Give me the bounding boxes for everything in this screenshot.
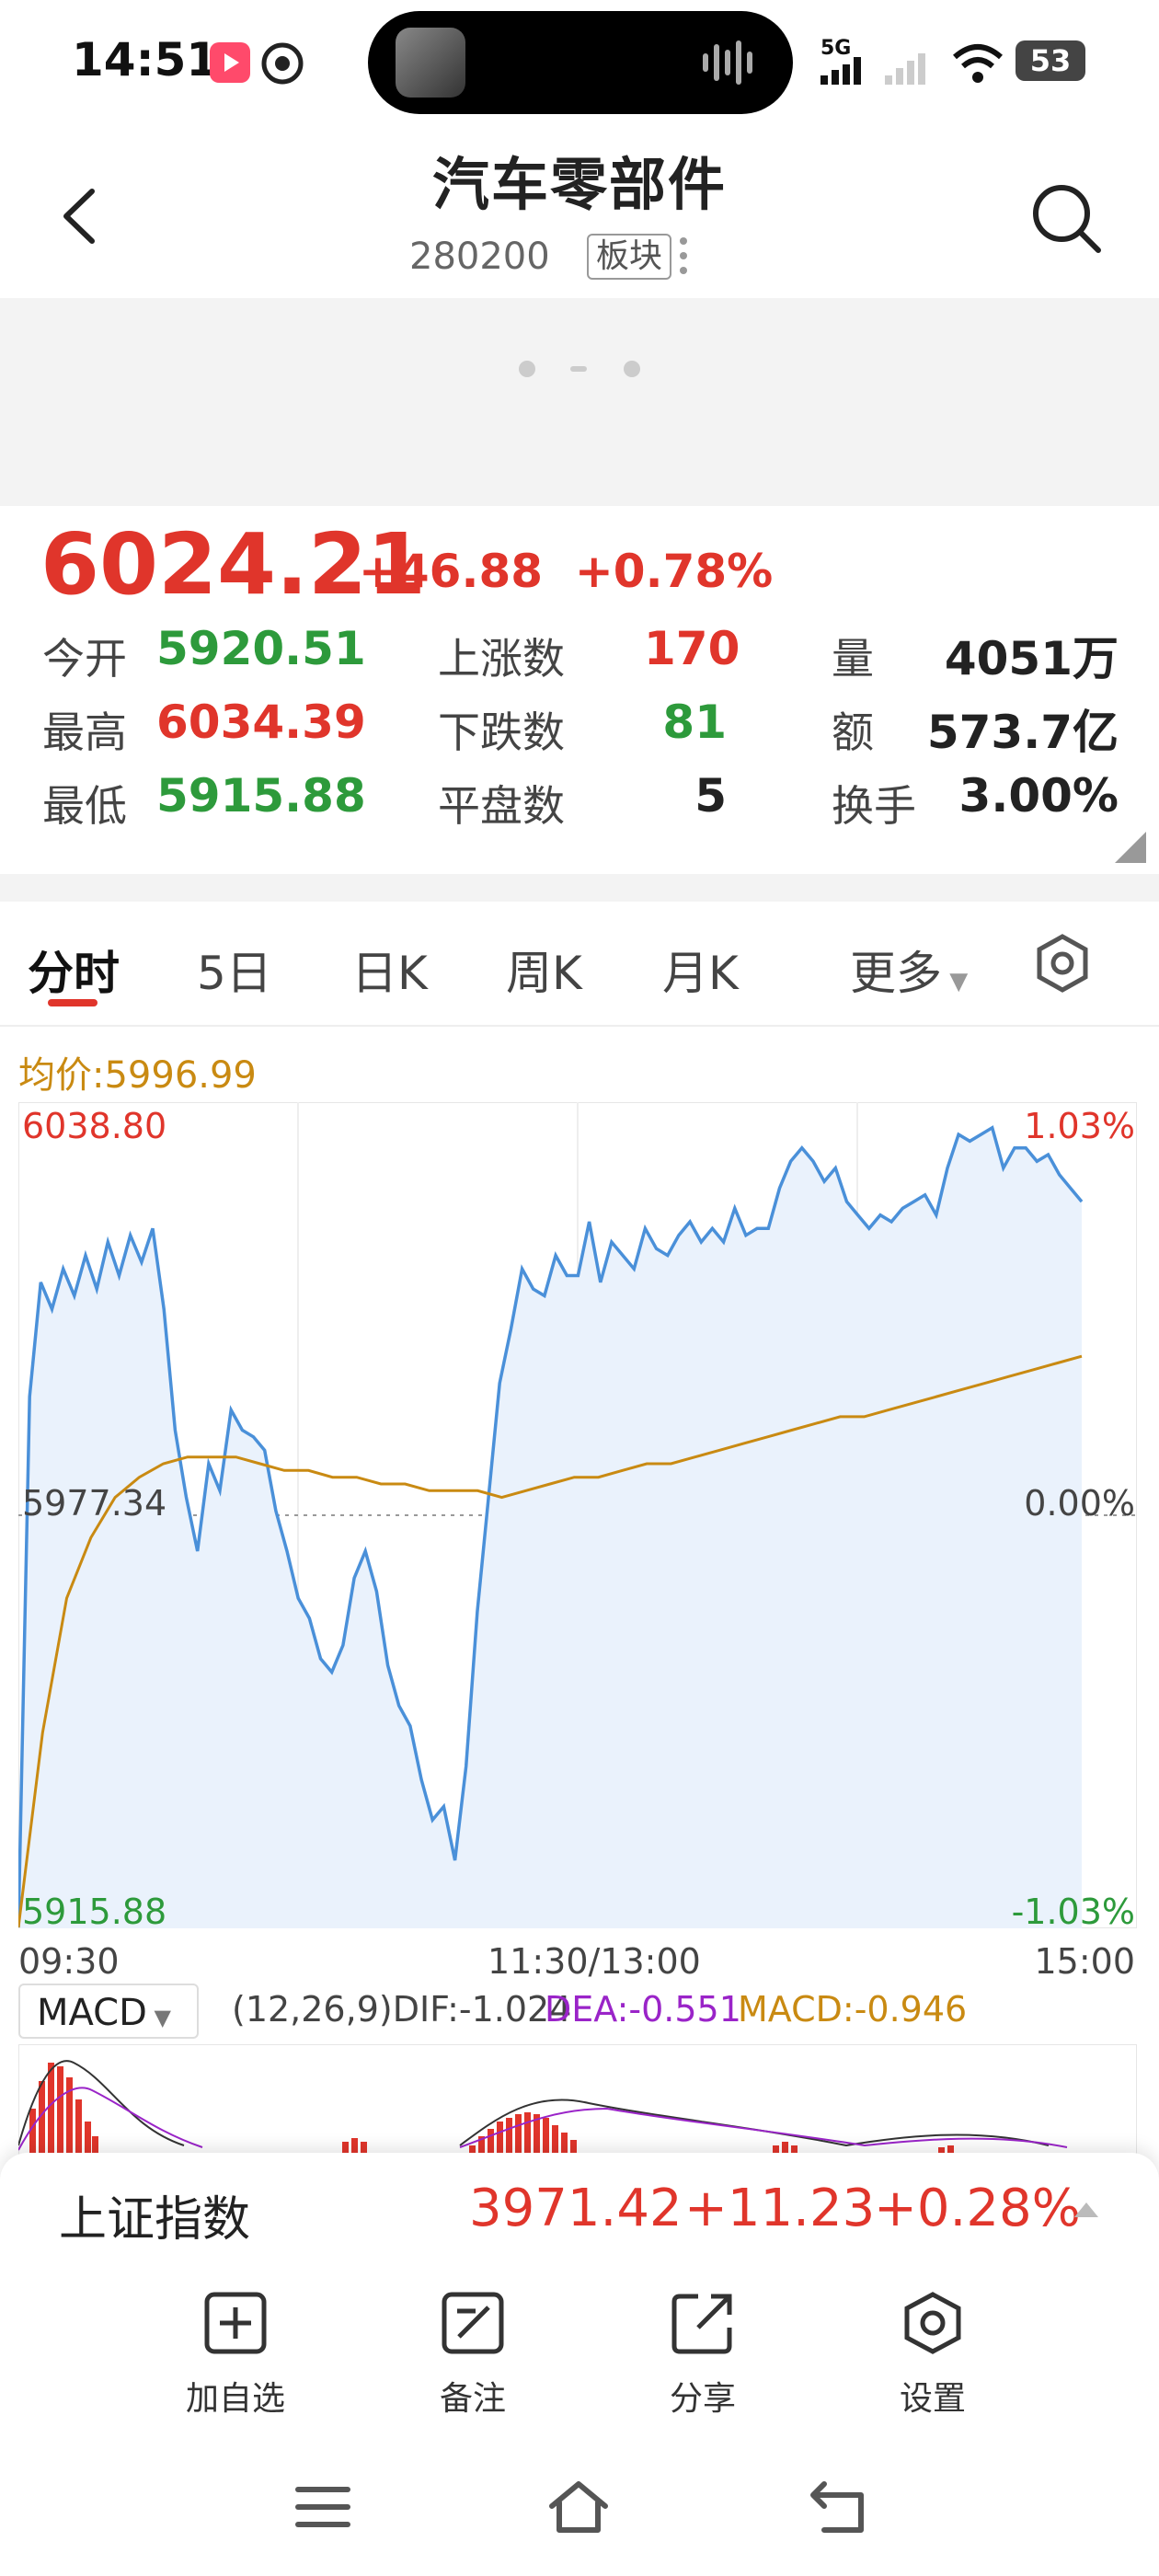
open-label: 今开 [42,634,127,684]
settings-button[interactable]: 设置 [859,2291,1006,2420]
amount-label: 额 [832,707,874,757]
macd-bar [543,2118,549,2155]
banner-area[interactable] [0,298,1159,506]
home-icon[interactable] [546,2475,611,2539]
price-change: +46.88 +0.78% [359,545,774,598]
tab-underline [48,999,98,1006]
amount-value: 573.7亿 [926,706,1119,759]
macd-bar [524,2112,531,2155]
turnover-value: 3.00% [958,769,1119,822]
tab-more[interactable]: 更多 ▼ [850,937,968,1003]
media-thumbnail [396,28,465,98]
x-mid-label: 11:30/13:00 [488,1941,701,1982]
tab-5day[interactable]: 5日 [197,937,272,1003]
volume-value: 4051万 [944,632,1119,685]
index-change-pct: +0.28% [874,2179,1081,2238]
macd-bar [92,2136,98,2155]
pct-mid-label: 0.00% [1024,1483,1135,1524]
tab-divider [0,1025,1159,1027]
audio-wave-icon [703,40,752,85]
menu-icon[interactable] [291,2475,355,2539]
signal-2-icon [885,53,925,85]
y-top-label: 6038.80 [22,1106,167,1146]
section-divider [0,874,1159,902]
page-title: 汽车零部件 [431,151,727,218]
macd-chart[interactable] [18,2044,1137,2155]
low-value: 5915.88 [156,769,366,822]
index-value: 3971.42 [469,2179,683,2238]
high-label: 最高 [42,707,127,757]
back-nav-icon[interactable] [806,2475,870,2539]
x-start-label: 09:30 [18,1941,120,1982]
macd-bar [57,2066,63,2155]
macd-bar [506,2118,512,2155]
share-icon [671,2294,732,2354]
rise-count-value: 170 [644,622,740,675]
flat-count-value: 5 [694,769,727,822]
macd-params: (12,26,9)DIF:-1.024 [232,1989,572,2030]
macd-bar [48,2063,54,2155]
macd-bar [561,2133,568,2155]
chart-settings-icon[interactable] [1032,933,1093,994]
fall-count-value: 81 [662,696,727,749]
edit-note-icon [442,2292,504,2354]
board-tag: 板块 [587,234,672,280]
open-value: 5920.51 [156,622,366,675]
share-button[interactable]: 分享 [629,2291,776,2420]
add-watchlist-button[interactable]: 加自选 [162,2291,309,2420]
avg-price-label: 均价:5996.99 [18,1054,257,1097]
status-time: 14:51 [72,33,219,86]
high-value: 6034.39 [156,696,366,749]
rise-count-label: 上涨数 [438,634,565,684]
macd-bar [497,2122,503,2155]
index-name[interactable]: 上证指数 [59,2180,250,2249]
macd-dea: DEA:-0.551 [545,1989,741,2030]
pct-bottom-label: -1.03% [1011,1892,1135,1932]
battery-indicator: 53 [1016,40,1085,81]
search-icon[interactable] [1028,180,1104,256]
expand-corner-icon[interactable] [1115,832,1146,863]
x-end-label: 15:00 [1034,1941,1135,1982]
volume-label: 量 [832,634,874,684]
y-mid-label: 5977.34 [22,1483,167,1524]
collapse-arrow-icon[interactable] [1073,2201,1100,2219]
tab-weekly-k[interactable]: 周K [506,937,582,1003]
wifi-icon [953,44,1003,83]
macd-bar [66,2077,73,2155]
carousel-dot-active [570,366,587,372]
macd-bar [488,2129,494,2155]
macd-value: MACD:-0.946 [738,1989,968,2030]
note-button[interactable]: 备注 [399,2291,546,2420]
tab-intraday[interactable]: 分时 [28,937,120,1003]
low-label: 最低 [42,781,127,831]
fall-count-label: 下跌数 [438,707,565,757]
tab-monthly-k[interactable]: 月K [662,937,739,1003]
settings-hex-icon [904,2292,961,2354]
signal-icon [820,57,861,85]
pct-top-label: 1.03% [1024,1106,1135,1146]
tab-daily-k[interactable]: 日K [351,937,428,1003]
settings-label: 设置 [899,2380,966,2418]
sector-code: 280200 [409,236,550,278]
macd-bar [552,2125,558,2155]
note-label: 备注 [439,2380,506,2418]
add-watchlist-label: 加自选 [185,2380,285,2418]
macd-bar [29,2109,36,2155]
index-change: +11.23 [684,2179,876,2238]
video-app-icon [210,42,250,83]
more-dots-icon[interactable] [677,236,690,276]
carousel-dot [624,361,640,377]
flat-count-label: 平盘数 [438,781,565,831]
macd-selector[interactable]: MACD ▼ [18,1984,199,2039]
carousel-dot [519,361,535,377]
assistant-icon [261,42,304,85]
y-bottom-label: 5915.88 [22,1892,167,1932]
macd-bar [75,2099,82,2155]
add-box-icon [204,2292,267,2354]
intraday-chart[interactable] [18,1102,1137,1928]
price-area [18,1127,1082,1928]
share-label: 分享 [669,2380,736,2418]
macd-bar [85,2122,91,2155]
macd-bar [515,2114,522,2155]
